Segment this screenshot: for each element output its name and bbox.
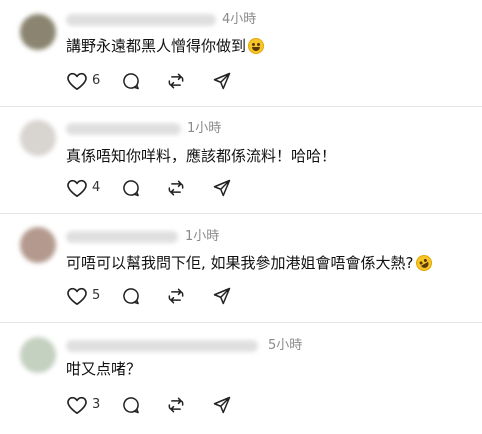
like-button[interactable]: 5 — [66, 284, 100, 308]
heart-icon — [67, 396, 87, 414]
repost-icon — [168, 288, 184, 304]
avatar[interactable] — [20, 227, 56, 263]
repost-icon — [168, 180, 184, 196]
share-button[interactable] — [212, 176, 232, 200]
rolling-laughing-emoji — [412, 252, 435, 274]
username-blurred[interactable] — [66, 123, 181, 135]
username-blurred[interactable] — [66, 231, 178, 243]
username-blurred[interactable] — [66, 14, 216, 26]
comment-feed: 4小時 講野永遠都黑人憎得你做到 6 1小時 真係唔知你咩料，應該都係流料！哈哈… — [0, 0, 482, 434]
divider — [0, 106, 482, 107]
share-button[interactable] — [212, 69, 232, 93]
divider — [0, 213, 482, 214]
send-icon — [213, 396, 231, 414]
comment-bubble-icon — [123, 180, 139, 197]
heart-icon — [67, 287, 87, 305]
reply-button[interactable] — [121, 69, 141, 93]
avatar[interactable] — [20, 337, 56, 373]
share-button[interactable] — [212, 393, 232, 417]
repost-button[interactable] — [166, 393, 186, 417]
comment-bubble-icon — [123, 397, 139, 414]
action-bar: 3 — [64, 393, 254, 417]
send-icon — [213, 72, 231, 90]
comment-bubble-icon — [123, 288, 139, 305]
send-icon — [213, 179, 231, 197]
avatar[interactable] — [20, 120, 56, 156]
share-button[interactable] — [212, 284, 232, 308]
like-count: 5 — [92, 288, 101, 303]
repost-button[interactable] — [166, 284, 186, 308]
action-bar: 5 — [64, 284, 254, 308]
like-count: 3 — [92, 397, 101, 412]
like-button[interactable]: 3 — [66, 393, 100, 417]
action-bar: 4 — [64, 176, 254, 200]
timestamp: 1小時 — [187, 121, 222, 136]
comment-text: 真係唔知你咩料，應該都係流料！哈哈！ — [66, 147, 337, 165]
send-icon — [213, 287, 231, 305]
grinning-face-emoji — [248, 38, 265, 54]
like-button[interactable]: 6 — [66, 69, 100, 93]
repost-icon — [168, 73, 184, 89]
comment-text-body: 講野永遠都黑人憎得你做到 — [66, 37, 247, 55]
like-count: 6 — [92, 73, 101, 88]
comment-text: 咁又点啫？ — [66, 360, 142, 378]
action-bar: 6 — [64, 69, 254, 93]
heart-icon — [67, 72, 87, 90]
avatar[interactable] — [20, 14, 56, 50]
comment-text: 可唔可以幫我問下佢, 如果我參加港姐會唔會係大熱? — [66, 252, 435, 274]
timestamp: 1小時 — [185, 229, 220, 244]
reply-button[interactable] — [121, 284, 141, 308]
reply-button[interactable] — [121, 393, 141, 417]
comment-text: 講野永遠都黑人憎得你做到 — [66, 36, 265, 56]
repost-icon — [168, 397, 184, 413]
heart-icon — [67, 179, 87, 197]
comment-bubble-icon — [123, 73, 139, 90]
username-blurred[interactable] — [66, 340, 258, 352]
repost-button[interactable] — [166, 69, 186, 93]
repost-button[interactable] — [166, 176, 186, 200]
comment-text-body: 可唔可以幫我問下佢, 如果我參加港姐會唔會係大熱? — [66, 254, 414, 272]
like-count: 4 — [92, 180, 101, 195]
like-button[interactable]: 4 — [66, 176, 100, 200]
reply-button[interactable] — [121, 176, 141, 200]
timestamp: 4小時 — [222, 12, 257, 27]
divider — [0, 322, 482, 323]
timestamp: 5小時 — [268, 338, 303, 353]
